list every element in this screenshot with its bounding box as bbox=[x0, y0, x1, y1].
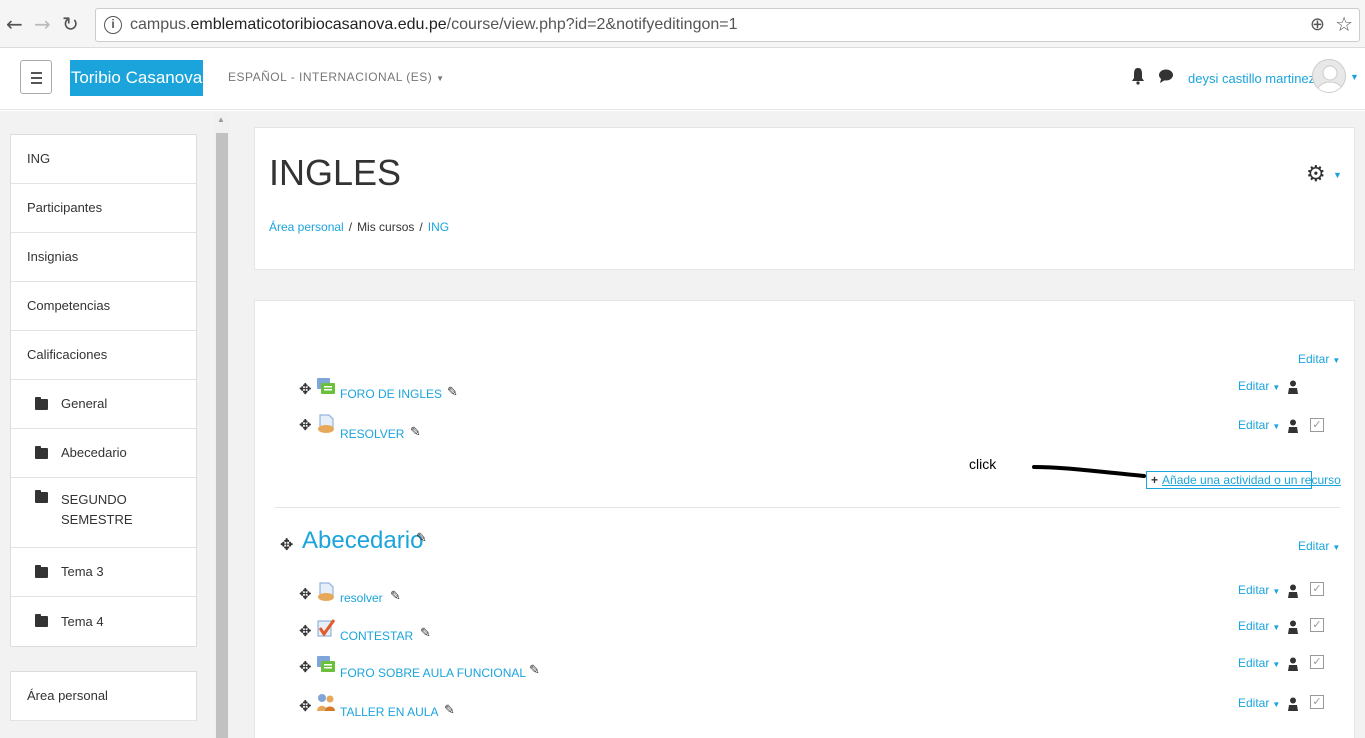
plus-icon: + bbox=[1151, 473, 1159, 487]
sidebar-item-insignias[interactable]: Insignias bbox=[11, 233, 196, 282]
activity-edit-menu[interactable]: Editar ▼ bbox=[1238, 583, 1280, 597]
browser-toolbar: ← → ↻ i campus.emblematicotoribiocasanov… bbox=[0, 0, 1365, 48]
sidebar-item-abecedario[interactable]: Abecedario bbox=[11, 429, 196, 478]
forward-arrow-icon[interactable]: → bbox=[34, 10, 51, 38]
activity-link-foro-sobre-aula-funcional[interactable]: FORO SOBRE AULA FUNCIONAL bbox=[340, 666, 526, 680]
completion-checkbox[interactable]: ✓ bbox=[1310, 695, 1324, 709]
sidebar-item-calificaciones[interactable]: Calificaciones bbox=[11, 331, 196, 380]
avatar[interactable] bbox=[1312, 59, 1346, 93]
sidebar-item-competencias[interactable]: Competencias bbox=[11, 282, 196, 331]
pencil-icon[interactable]: ✎ bbox=[420, 626, 431, 641]
sidebar-item-participantes[interactable]: Participantes bbox=[11, 184, 196, 233]
site-brand-button[interactable]: Toribio Casanova bbox=[70, 60, 203, 96]
nav-drawer: ING Participantes Insignias Competencias… bbox=[10, 134, 197, 721]
chat-bubble-icon[interactable] bbox=[1158, 68, 1174, 84]
gear-caret-icon[interactable]: ▼ bbox=[1333, 170, 1342, 180]
add-activity-link[interactable]: + Añade una actividad o un recurso bbox=[1146, 471, 1341, 489]
folder-icon bbox=[35, 614, 48, 627]
activity-link-contestar[interactable]: CONTESTAR bbox=[340, 629, 413, 643]
sidebar-item-segundo-semestre[interactable]: SEGUNDO SEMESTRE bbox=[11, 478, 196, 548]
move-icon[interactable]: ✥ bbox=[299, 697, 312, 715]
activity-link-resolver[interactable]: RESOLVER bbox=[340, 427, 404, 441]
pencil-icon[interactable]: ✎ bbox=[410, 425, 421, 440]
quiz-icon bbox=[317, 619, 336, 637]
sidebar-item-ing[interactable]: ING bbox=[11, 135, 196, 184]
activity-edit-menu[interactable]: Editar ▼ bbox=[1238, 619, 1280, 633]
person-icon[interactable] bbox=[1288, 419, 1298, 433]
scrollbar-thumb[interactable] bbox=[216, 133, 228, 738]
section-edit-menu[interactable]: Editar ▼ bbox=[1298, 539, 1340, 553]
bell-icon[interactable] bbox=[1131, 67, 1145, 85]
breadcrumb: Área personal / Mis cursos / ING bbox=[269, 220, 450, 234]
sidebar-item-tema-4[interactable]: Tema 4 bbox=[11, 597, 196, 646]
hamburger-menu-button[interactable] bbox=[20, 60, 52, 94]
activity-edit-menu[interactable]: Editar ▼ bbox=[1238, 379, 1280, 393]
site-navbar: Toribio Casanova ESPAÑOL - INTERNACIONAL… bbox=[0, 48, 1365, 110]
folder-icon bbox=[35, 564, 48, 578]
reload-icon[interactable]: ↻ bbox=[62, 10, 79, 38]
site-nav-block: Área personal bbox=[10, 671, 197, 721]
folder-icon bbox=[35, 396, 48, 410]
breadcrumb-ing[interactable]: ING bbox=[428, 220, 449, 234]
forum-icon bbox=[317, 656, 335, 672]
move-icon[interactable]: ✥ bbox=[299, 658, 312, 676]
language-selector[interactable]: ESPAÑOL - INTERNACIONAL (ES) ▼ bbox=[228, 70, 445, 84]
activity-link-resolver[interactable]: resolver bbox=[340, 591, 383, 605]
person-icon[interactable] bbox=[1288, 584, 1298, 598]
person-icon[interactable] bbox=[1288, 380, 1298, 394]
sidebar-item-tema-3[interactable]: Tema 3 bbox=[11, 548, 196, 597]
breadcrumb-area-personal[interactable]: Área personal bbox=[269, 220, 344, 234]
workshop-icon bbox=[317, 694, 335, 711]
user-menu-caret-icon[interactable]: ▼ bbox=[1350, 72, 1359, 82]
folder-icon bbox=[35, 490, 48, 503]
section-title-abecedario[interactable]: Abecedario bbox=[302, 527, 423, 555]
pencil-icon[interactable]: ✎ bbox=[529, 663, 540, 678]
info-icon[interactable]: i bbox=[104, 16, 122, 34]
activity-link-foro-de-ingles[interactable]: FORO DE INGLES bbox=[340, 387, 442, 401]
pencil-icon[interactable]: ✎ bbox=[416, 531, 427, 546]
person-icon[interactable] bbox=[1288, 657, 1298, 671]
sidebar-item-general[interactable]: General bbox=[11, 380, 196, 429]
activity-edit-menu[interactable]: Editar ▼ bbox=[1238, 656, 1280, 670]
zoom-icon[interactable]: ⊕ bbox=[1310, 14, 1325, 35]
annotation-arrow-line bbox=[1032, 465, 1146, 478]
section-edit-menu[interactable]: Editar ▼ bbox=[1298, 352, 1340, 366]
forum-icon bbox=[317, 378, 335, 394]
completion-checkbox[interactable]: ✓ bbox=[1310, 618, 1324, 632]
gear-icon[interactable]: ⚙ bbox=[1306, 162, 1326, 187]
course-nav-block: ING Participantes Insignias Competencias… bbox=[10, 134, 197, 647]
annotation-click-text: click bbox=[969, 456, 997, 472]
page-header: INGLES Área personal / Mis cursos / ING ⚙ ▼ bbox=[254, 127, 1355, 270]
activity-link-taller-en-aula[interactable]: TALLER EN AULA bbox=[340, 705, 438, 719]
person-icon[interactable] bbox=[1288, 620, 1298, 634]
move-icon[interactable]: ✥ bbox=[299, 585, 312, 603]
pencil-icon[interactable]: ✎ bbox=[390, 589, 401, 604]
section-divider bbox=[275, 507, 1340, 508]
move-icon[interactable]: ✥ bbox=[299, 622, 312, 640]
pencil-icon[interactable]: ✎ bbox=[444, 703, 455, 718]
person-icon[interactable] bbox=[1288, 697, 1298, 711]
sidebar-item-area-personal[interactable]: Área personal bbox=[11, 672, 196, 721]
completion-checkbox[interactable]: ✓ bbox=[1310, 582, 1324, 596]
activity-edit-menu[interactable]: Editar ▼ bbox=[1238, 696, 1280, 710]
move-icon[interactable]: ✥ bbox=[299, 380, 312, 398]
assignment-icon bbox=[318, 414, 334, 433]
address-bar[interactable]: i campus.emblematicotoribiocasanova.edu.… bbox=[95, 8, 1360, 42]
drawer-scrollbar[interactable]: ▲ bbox=[214, 113, 229, 738]
page-title: INGLES bbox=[269, 152, 402, 193]
pencil-icon[interactable]: ✎ bbox=[447, 385, 458, 400]
breadcrumb-mis-cursos[interactable]: Mis cursos bbox=[357, 220, 414, 234]
completion-checkbox[interactable]: ✓ bbox=[1310, 418, 1324, 432]
move-icon[interactable]: ✥ bbox=[280, 535, 293, 554]
activity-edit-menu[interactable]: Editar ▼ bbox=[1238, 418, 1280, 432]
scroll-up-arrow-icon[interactable]: ▲ bbox=[217, 115, 225, 124]
back-arrow-icon[interactable]: ← bbox=[6, 10, 23, 38]
assignment-icon bbox=[318, 582, 334, 601]
folder-icon bbox=[35, 445, 48, 459]
completion-checkbox[interactable]: ✓ bbox=[1310, 655, 1324, 669]
move-icon[interactable]: ✥ bbox=[299, 416, 312, 434]
bookmark-star-icon[interactable]: ☆ bbox=[1335, 12, 1353, 36]
url-text[interactable]: campus.emblematicotoribiocasanova.edu.pe… bbox=[130, 16, 738, 34]
user-name-link[interactable]: deysi castillo martinez bbox=[1188, 71, 1315, 86]
